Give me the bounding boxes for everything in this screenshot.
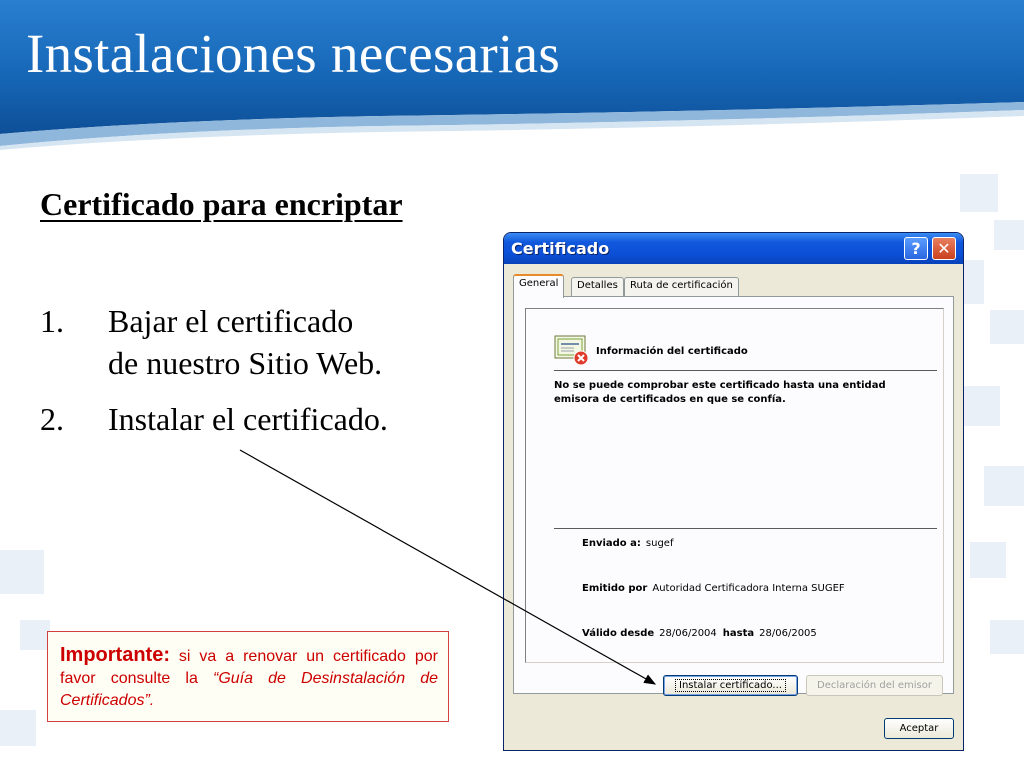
- tab-general[interactable]: General: [513, 274, 565, 298]
- certificate-warning-text: No se puede comprobar este certificado h…: [554, 380, 886, 405]
- validity-row: Válido desde 28/06/2004 hasta 28/06/2005: [582, 628, 817, 639]
- important-label: Importante:: [60, 644, 170, 666]
- close-button[interactable]: ✕: [932, 237, 956, 260]
- slide-header: Instalaciones necesarias: [0, 0, 1024, 150]
- certificate-error-icon: [554, 335, 589, 366]
- step-number: 1.: [40, 303, 64, 339]
- install-certificate-button[interactable]: Instalar certificado...: [663, 675, 798, 696]
- step-number: 2.: [40, 401, 64, 437]
- issued-by-row: Emitido por Autoridad Certificadora Inter…: [582, 583, 845, 594]
- divider: [554, 370, 937, 371]
- issued-by-label: Emitido por: [582, 583, 648, 594]
- ok-button[interactable]: Aceptar: [884, 718, 954, 739]
- install-certificate-label: Instalar certificado...: [675, 679, 786, 692]
- tab-certification-path[interactable]: Ruta de certificación: [624, 277, 739, 297]
- step-text-line: Bajar el certificado: [108, 303, 354, 339]
- certificate-info-box: Información del certificado No se puede …: [525, 308, 944, 663]
- list-item: 1. Bajar el certificado de nuestro Sitio…: [40, 300, 500, 384]
- valid-from-value: 28/06/2004: [659, 628, 717, 639]
- steps-list: 1. Bajar el certificado de nuestro Sitio…: [40, 300, 500, 454]
- valid-from-label: Válido desde: [582, 628, 655, 639]
- slide-title: Instalaciones necesarias: [26, 23, 561, 84]
- issued-to-value: sugef: [645, 538, 674, 549]
- dialog-title: Certificado: [511, 239, 610, 258]
- certificate-dialog: Certificado ? ✕ General Detalles Ruta de…: [503, 232, 964, 751]
- issued-to-row: Enviado a: sugef: [582, 538, 673, 549]
- issued-by-value: Autoridad Certificadora Interna SUGEF: [652, 583, 845, 594]
- list-item: 2. Instalar el certificado.: [40, 398, 500, 440]
- help-button[interactable]: ?: [904, 237, 928, 260]
- dialog-titlebar[interactable]: Certificado ? ✕: [504, 233, 963, 264]
- step-text-line: de nuestro Sitio Web.: [108, 345, 383, 381]
- issuer-statement-button[interactable]: Declaración del emisor: [806, 675, 943, 696]
- valid-to-value: 28/06/2005: [759, 628, 817, 639]
- general-tab-panel: Información del certificado No se puede …: [513, 296, 954, 694]
- important-note-box: Importante: si va a renovar un certifica…: [47, 631, 449, 722]
- step-text-line: Instalar el certificado.: [108, 401, 388, 437]
- tab-details[interactable]: Detalles: [571, 277, 624, 297]
- certificate-info-heading: Información del certificado: [596, 346, 748, 357]
- valid-to-label: hasta: [722, 628, 755, 639]
- section-subtitle: Certificado para encriptar: [40, 186, 403, 222]
- issued-to-label: Enviado a:: [582, 538, 641, 549]
- divider: [554, 528, 937, 529]
